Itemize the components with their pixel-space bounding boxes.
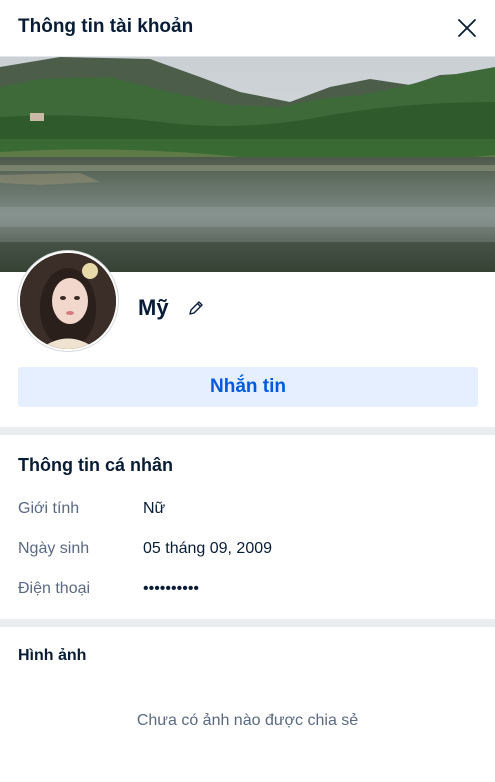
info-value: •••••••••• [143, 580, 200, 597]
info-value: 05 tháng 09, 2009 [143, 540, 273, 557]
personal-info-title: Thông tin cá nhân [18, 455, 173, 475]
media-title: Hình ảnh [18, 647, 87, 664]
dialog-title: Thông tin tài khoản [18, 16, 194, 37]
info-row-birthday: Ngày sinh 05 tháng 09, 2009 [18, 540, 478, 564]
media-empty-text: Chưa có ảnh nào được chia sẻ [136, 712, 359, 729]
profile-name: Mỹ [138, 295, 169, 320]
info-label: Điện thoại [18, 580, 91, 597]
info-row-phone: Điện thoại •••••••••• [18, 580, 478, 604]
pencil-icon[interactable] [186, 298, 206, 318]
avatar[interactable] [18, 251, 118, 351]
section-divider [0, 619, 495, 627]
info-value: Nữ [143, 500, 166, 517]
close-icon[interactable] [453, 14, 481, 42]
message-button[interactable]: Nhắn tin [18, 367, 478, 407]
section-divider [0, 427, 495, 435]
info-label: Giới tính [18, 500, 80, 517]
header-bar: Thông tin tài khoản [0, 0, 495, 57]
info-label: Ngày sinh [18, 540, 90, 557]
cover-photo[interactable] [0, 57, 495, 272]
info-row-gender: Giới tính Nữ [18, 500, 478, 524]
